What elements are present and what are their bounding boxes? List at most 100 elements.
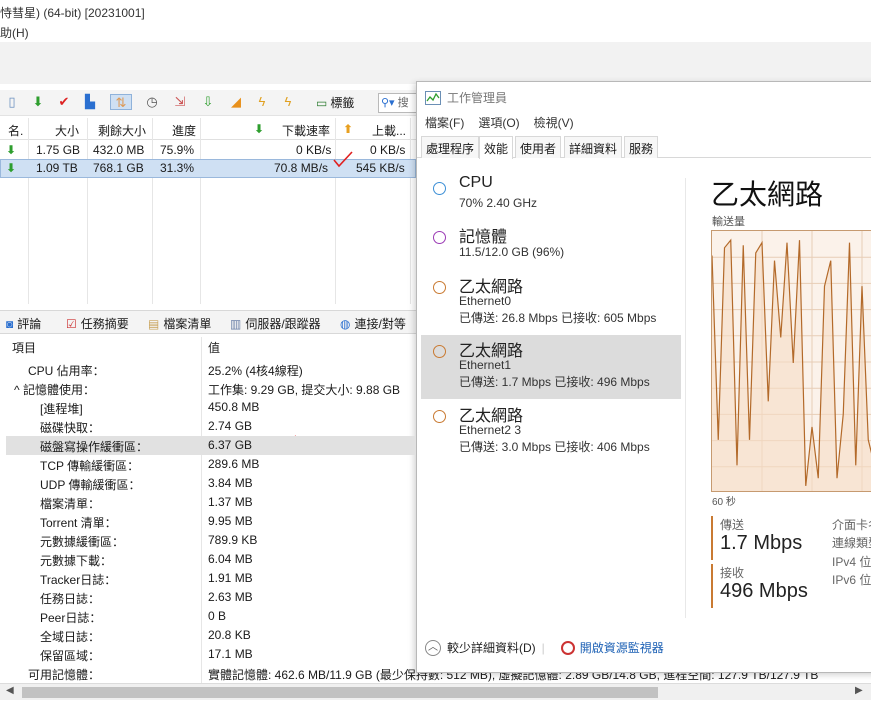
download-arrow-icon: ⬇ [254,122,265,136]
blue-block-icon[interactable]: ▙ [82,94,98,110]
prop-value: 450.8 MB [208,400,260,414]
clock-icon[interactable]: ◷ [144,94,160,110]
tab-summary[interactable]: ☑ 任務摘要 [66,315,129,332]
torrent-ul-speed: 0 KB/s [370,143,406,157]
tm-titlebar: 工作管理員 [425,89,507,106]
tab-trackers[interactable]: ▥ 伺服器/跟蹤器 [230,315,321,332]
fewer-details-button[interactable]: ︿ 較少詳細資料(D) [425,639,536,656]
props-row[interactable]: 元數據下載： 6.04 MB [6,550,416,569]
title-area [0,42,871,84]
perf-item-ethernet0[interactable]: 乙太網路 Ethernet0 已傳送: 26.8 Mbps 已接收: 605 M… [421,271,681,335]
col-name[interactable]: 名. [8,122,23,139]
tab-details[interactable]: 詳細資料 [564,136,623,158]
memory-status-icon [433,231,446,244]
perf-item-sub: Ethernet1 [459,358,512,372]
tab-processes[interactable]: 處理程序 [421,136,480,158]
rss-icon[interactable]: ◢ [228,94,244,110]
props-row[interactable]: CPU 佔用率： 25.2% (4核4線程) [6,360,416,379]
props-row[interactable]: Peer日誌： 0 B [6,607,416,626]
props-row[interactable]: 磁盤寫操作緩衝區： 6.37 GB [6,436,416,455]
tab-label: 伺服器/跟蹤器 [245,317,321,331]
perf-item-ethernet1[interactable]: 乙太網路 Ethernet1 已傳送: 1.7 Mbps 已接收: 496 Mb… [421,335,681,399]
prop-value: 2.74 GB [208,419,253,433]
recv-value: 496 Mbps [720,580,808,602]
send-bar [711,516,713,560]
export-icon[interactable]: ⇩ [200,94,216,110]
torrent-size: 1.09 TB [36,161,78,175]
torrent-dl-speed: 0 KB/s [296,143,332,157]
resource-monitor-label: 開啟資源監視器 [579,641,664,655]
props-row[interactable]: TCP 傳輸緩衝區： 289.6 MB [6,455,416,474]
props-row[interactable]: Tracker日誌： 1.91 MB [6,569,416,588]
tab-users[interactable]: 使用者 [515,136,562,158]
perf-item-sub2: 已傳送: 3.0 Mbps 已接收: 406 Mbps [459,440,650,454]
lightning2-icon[interactable]: ϟ [280,94,296,110]
lightning-icon[interactable]: ϟ [254,94,270,110]
tag-filter-button[interactable]: ▭ 標籤 [316,93,354,112]
import-icon[interactable]: ⇲ [172,94,188,110]
col-size[interactable]: 大小 [55,122,79,139]
scroll-left-icon[interactable]: ◀ [6,685,14,696]
menu-help[interactable]: 助(H) [0,24,29,41]
prop-key: [進程堆] [40,402,83,416]
recv-label: 接收 [720,566,745,580]
prop-key: TCP 傳輸緩衝區： [40,459,140,473]
perf-item-sub2: 已傳送: 26.8 Mbps 已接收: 605 Mbps [459,311,657,325]
tab-peers[interactable]: ◍ 連接/對等 [340,315,406,332]
perf-item-sub: 11.5/12.0 GB (96%) [459,245,565,259]
col-ul-speed[interactable]: 上載... [372,122,406,139]
props-row[interactable]: 元數據緩衝區： 789.9 KB [6,531,416,550]
tab-services[interactable]: 服務 [624,136,659,158]
perf-item-sub2: 已傳送: 1.7 Mbps 已接收: 496 Mbps [459,375,650,389]
prop-key: 元數據下載： [40,554,113,568]
menu-options[interactable]: 選項(O) [478,114,519,131]
props-row[interactable]: 檔案清單： 1.37 MB [6,493,416,512]
torrent-progress: 75.9% [160,143,195,157]
props-row[interactable]: Torrent 清單： 9.95 MB [6,512,416,531]
ipv6-label: IPv6 位址 [832,573,871,587]
props-row[interactable]: ^ 記憶體使用： 工作集: 9.29 GB, 提交大小: 9.88 GB [6,379,416,398]
send-value: 1.7 Mbps [720,532,803,554]
menu-file[interactable]: 檔案(F) [425,114,464,131]
search-input[interactable]: ⚲▾ 搜 [378,93,418,113]
perf-item-sub: Ethernet2 3 [459,423,522,437]
add-download-icon[interactable]: ⬇ [30,94,46,110]
col-remaining[interactable]: 剩餘大小 [98,122,146,139]
perf-item-ethernet2[interactable]: 乙太網路 Ethernet2 3 已傳送: 3.0 Mbps 已接收: 406 … [421,400,681,464]
scroll-right-icon[interactable]: ▶ [855,685,863,696]
new-file-icon[interactable]: ▯ [4,94,20,110]
props-row[interactable]: 磁碟快取： 2.74 GB [6,417,416,436]
torrent-progress: 31.3% [160,161,195,175]
prop-value: 1.37 MB [208,495,253,509]
prop-key: Tracker日誌： [40,573,117,587]
menu-view[interactable]: 檢視(V) [534,114,574,131]
tm-footer: ︿ 較少詳細資料(D) | 開啟資源監視器 [425,639,664,656]
priority-arrows-icon[interactable]: ⇅ [110,94,132,110]
check-icon[interactable]: ✔ [56,94,72,110]
tab-performance[interactable]: 效能 [479,136,514,159]
globe-icon: ◍ [340,316,351,331]
tm-menubar: 檔案(F) 選項(O) 檢視(V) [425,114,574,131]
tab-files[interactable]: ▤ 檔案清單 [148,315,211,332]
graph-time-label: 60 秒 [712,497,736,508]
props-row[interactable]: 保留區域： 17.1 MB [6,645,416,664]
scrollbar-thumb[interactable] [22,687,658,698]
open-resource-monitor-link[interactable]: 開啟資源監視器 [560,639,664,656]
prop-value: 289.6 MB [208,457,260,471]
ipv4-label: IPv4 位址 [832,555,871,569]
props-row[interactable]: 全域日誌： 20.8 KB [6,626,416,645]
recv-bar [711,564,713,608]
chevron-up-icon: ︿ [425,639,441,656]
task-manager-icon [425,90,441,105]
tab-comments[interactable]: ◙ 評論 [6,315,41,332]
props-row[interactable]: 任務日誌： 2.63 MB [6,588,416,607]
props-row[interactable]: [進程堆] 450.8 MB [6,398,416,417]
props-col-value: 值 [208,341,221,355]
props-row[interactable]: UDP 傳輸緩衝區： 3.84 MB [6,474,416,493]
footer-separator: | [541,640,545,655]
horizontal-scrollbar[interactable]: ◀ ▶ [0,683,871,700]
col-dl-speed[interactable]: 下載速率 [282,122,330,139]
col-progress[interactable]: 進度 [172,122,196,139]
search-icon: ⚲▾ [381,97,395,109]
prop-key: 全域日誌： [40,630,101,644]
